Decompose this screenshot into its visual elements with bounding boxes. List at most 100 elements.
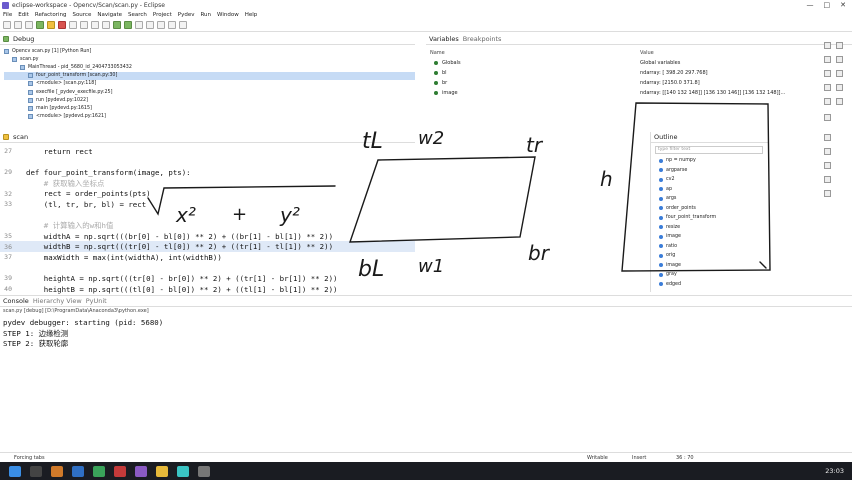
outline-item[interactable]: cv2 (659, 177, 675, 182)
task-view-icon[interactable] (30, 465, 42, 477)
tab-console[interactable]: Console (3, 297, 29, 305)
app-icon[interactable] (93, 465, 105, 477)
code-line[interactable] (0, 157, 415, 168)
menu-navigate[interactable]: Navigate (97, 12, 122, 18)
tab-breakpoints[interactable]: Breakpoints (463, 35, 502, 43)
menu-window[interactable]: Window (217, 12, 239, 18)
tree-item[interactable]: <module> [pydevd.py:1621] (4, 113, 415, 121)
app-icon[interactable] (114, 465, 126, 477)
outline-item[interactable]: image (659, 263, 681, 268)
resume-icon[interactable] (36, 21, 44, 29)
print-icon[interactable] (25, 21, 33, 29)
tree-item[interactable]: run [pydevd.py:1022] (4, 96, 415, 104)
app-icon[interactable] (198, 465, 210, 477)
code-line[interactable]: # 获取输入坐标点 (0, 178, 415, 189)
menu-project[interactable]: Project (153, 12, 172, 18)
outline-filter-input[interactable]: type filter text (655, 146, 763, 154)
external-tools-icon[interactable] (135, 21, 143, 29)
new-file-icon[interactable] (3, 21, 11, 29)
view-icon[interactable] (824, 56, 831, 63)
outline-item[interactable]: edged (659, 282, 681, 287)
outline-item[interactable]: orig (659, 253, 675, 258)
code-line[interactable]: # 计算输入的w和h值 (0, 220, 415, 231)
code-line[interactable]: 33 (tl, tr, br, bl) = rect (0, 199, 415, 210)
view-icon[interactable] (824, 84, 831, 91)
debug-run-icon[interactable] (113, 21, 121, 29)
code-line[interactable] (0, 210, 415, 221)
code-line[interactable] (0, 263, 415, 274)
open-type-icon[interactable] (146, 21, 154, 29)
maximize-button[interactable]: □ (824, 1, 831, 9)
tree-item[interactable]: MainThread - pid_5680_id_2404733053432 (4, 63, 415, 71)
tree-item-selected[interactable]: four_point_transform [scan.py:30] (4, 71, 415, 80)
back-icon[interactable] (168, 21, 176, 29)
view-icon[interactable] (824, 114, 831, 121)
menu-file[interactable]: File (3, 12, 12, 18)
outline-tab[interactable]: Outline (651, 132, 768, 143)
view-icon[interactable] (836, 70, 843, 77)
menu-help[interactable]: Help (245, 12, 258, 18)
outline-item[interactable]: args (659, 196, 676, 201)
step-into-icon[interactable] (80, 21, 88, 29)
debug-tab[interactable]: Debug (0, 34, 415, 45)
code-line[interactable]: 37 maxWidth = max(int(widthA), int(width… (0, 252, 415, 263)
tab-pyunit[interactable]: PyUnit (86, 297, 107, 305)
perspective-icon[interactable] (824, 42, 831, 49)
view-icon[interactable] (836, 84, 843, 91)
windows-start-icon[interactable] (9, 465, 21, 477)
menu-edit[interactable]: Edit (18, 12, 29, 18)
view-icon[interactable] (836, 56, 843, 63)
view-icon[interactable] (836, 98, 843, 105)
code-line[interactable]: 32 rect = order_points(pts) (0, 188, 415, 199)
tree-item[interactable]: Opencv scan.py [1] [Python Run] (4, 47, 415, 55)
var-row-name[interactable]: br (434, 80, 447, 86)
run-icon[interactable] (124, 21, 132, 29)
suspend-icon[interactable] (47, 21, 55, 29)
step-over-icon[interactable] (91, 21, 99, 29)
code-line[interactable]: 40 heightB = np.sqrt(((tl[0] - bl[0]) **… (0, 284, 415, 295)
step-return-icon[interactable] (102, 21, 110, 29)
code-line[interactable]: 36 widthB = np.sqrt(((tr[0] - tl[0]) ** … (0, 241, 415, 252)
outline-item[interactable]: np = numpy (659, 158, 696, 163)
terminate-icon[interactable] (58, 21, 66, 29)
disconnect-icon[interactable] (69, 21, 77, 29)
outline-item[interactable]: argparse (659, 168, 687, 173)
outline-item[interactable]: ap (659, 187, 672, 192)
tab-variables[interactable]: Variables (429, 35, 459, 43)
menu-search[interactable]: Search (128, 12, 147, 18)
view-icon[interactable] (824, 190, 831, 197)
code-line[interactable]: 35 widthA = np.sqrt(((br[0] - bl[0]) ** … (0, 231, 415, 242)
tree-item[interactable]: main [pydevd.py:1615] (4, 104, 415, 112)
app-icon[interactable] (72, 465, 84, 477)
app-icon[interactable] (51, 465, 63, 477)
view-icon[interactable] (824, 176, 831, 183)
view-icon[interactable] (824, 98, 831, 105)
eclipse-taskbar-icon[interactable] (135, 465, 147, 477)
code-line[interactable]: 27 return rect (0, 146, 415, 157)
close-button[interactable]: ✕ (840, 1, 846, 9)
menu-run[interactable]: Run (200, 12, 211, 18)
menu-pydev[interactable]: Pydev (178, 12, 195, 18)
app-icon[interactable] (156, 465, 168, 477)
view-icon[interactable] (824, 162, 831, 169)
menu-source[interactable]: Source (72, 12, 91, 18)
forward-icon[interactable] (179, 21, 187, 29)
save-icon[interactable] (14, 21, 22, 29)
minimize-button[interactable]: — (807, 1, 814, 9)
tree-item[interactable]: execfile [_pydev_execfile.py:25] (4, 88, 415, 96)
view-icon[interactable] (824, 134, 831, 141)
view-icon[interactable] (824, 148, 831, 155)
editor-tab[interactable]: scan (0, 132, 415, 143)
code-line[interactable]: 29 def four_point_transform(image, pts): (0, 167, 415, 178)
var-row-name[interactable]: image (434, 90, 458, 96)
outline-item[interactable]: ratio (659, 244, 677, 249)
tree-item[interactable]: scan.py (4, 55, 415, 63)
search-icon[interactable] (157, 21, 165, 29)
tab-hierarchy-view[interactable]: Hierarchy View (33, 297, 82, 305)
outline-item[interactable]: resize (659, 225, 680, 230)
menu-refactoring[interactable]: Refactoring (35, 12, 67, 18)
outline-item[interactable]: gray (659, 272, 677, 277)
var-row-name[interactable]: Globals (434, 60, 461, 66)
outline-item[interactable]: image (659, 234, 681, 239)
code-line[interactable]: 39 heightA = np.sqrt(((tr[0] - br[0]) **… (0, 273, 415, 284)
